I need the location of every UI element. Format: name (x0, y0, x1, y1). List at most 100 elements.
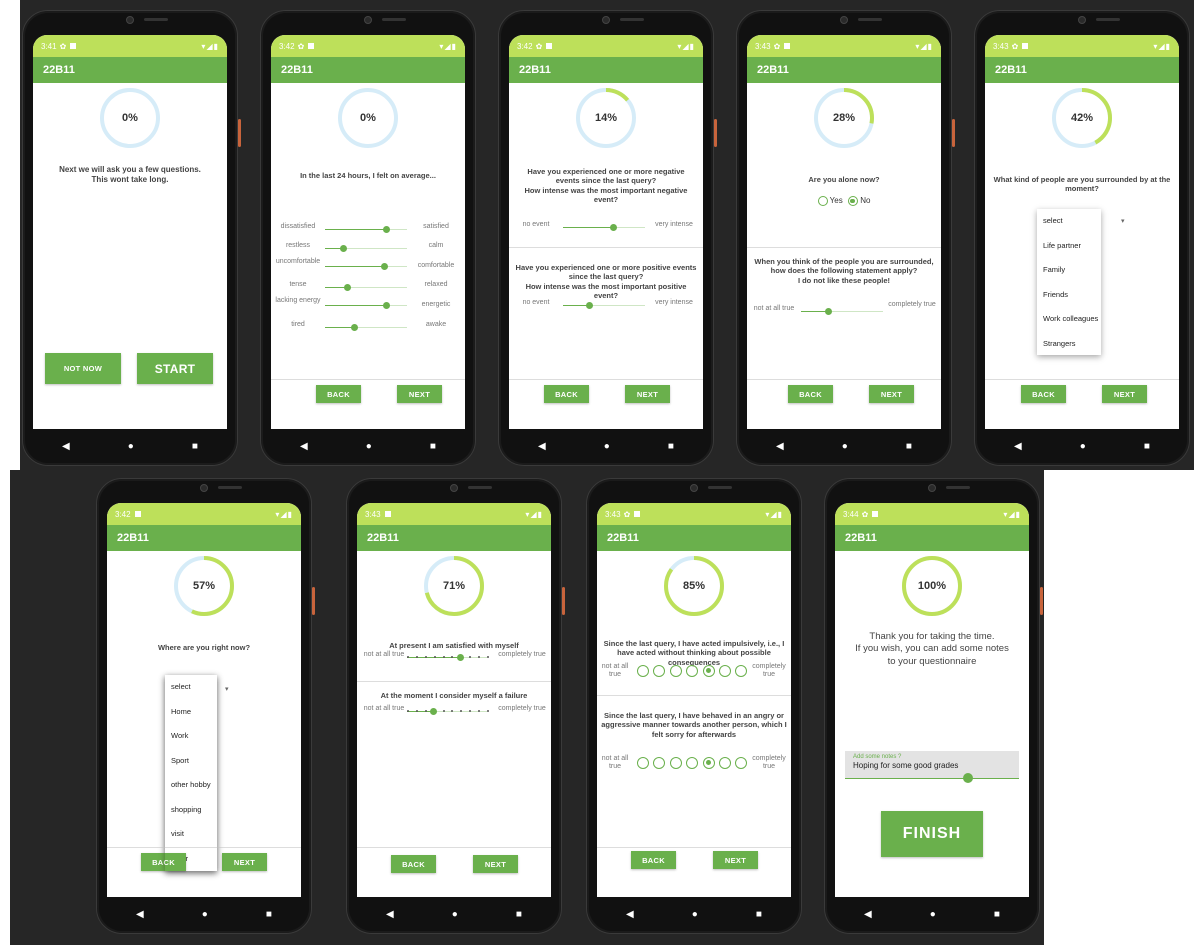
dropdown-option[interactable]: Strangers (1037, 332, 1101, 357)
next-button[interactable]: NEXT (397, 385, 442, 403)
back-triangle-icon[interactable]: ◀ (62, 441, 70, 452)
text-cursor-handle[interactable] (963, 773, 973, 783)
back-triangle-icon[interactable]: ◀ (776, 441, 784, 452)
back-triangle-icon[interactable]: ◀ (136, 909, 144, 920)
slider[interactable] (325, 284, 407, 291)
recents-square-icon[interactable]: ■ (430, 441, 436, 452)
side-button[interactable] (238, 119, 241, 147)
finish-button[interactable]: FINISH (881, 811, 983, 857)
dropdown-option[interactable]: Friends (1037, 283, 1101, 308)
slider-thumb[interactable] (381, 263, 389, 270)
slider-thumb[interactable] (351, 324, 359, 331)
back-button[interactable]: BACK (788, 385, 833, 403)
dropdown-option[interactable]: select (165, 675, 217, 700)
slider-thumb[interactable] (429, 708, 437, 715)
back-triangle-icon[interactable]: ◀ (538, 441, 546, 452)
back-triangle-icon[interactable]: ◀ (1014, 441, 1022, 452)
home-circle-icon[interactable]: ● (842, 441, 848, 452)
home-circle-icon[interactable]: ● (1080, 441, 1086, 452)
back-button[interactable]: BACK (391, 855, 436, 873)
next-button[interactable]: NEXT (473, 855, 518, 873)
likert-option-radio[interactable] (718, 665, 731, 677)
slider-thumb[interactable] (457, 654, 465, 661)
side-button[interactable] (952, 119, 955, 147)
slider-thumb[interactable] (610, 224, 618, 231)
dropdown-option[interactable]: Family (1037, 258, 1101, 283)
side-button[interactable] (714, 119, 717, 147)
back-triangle-icon[interactable]: ◀ (626, 909, 634, 920)
slider-thumb[interactable] (383, 302, 390, 309)
back-button[interactable]: BACK (544, 385, 589, 403)
recents-square-icon[interactable]: ■ (668, 441, 674, 452)
next-button[interactable]: NEXT (625, 385, 670, 403)
back-button[interactable]: BACK (1021, 385, 1066, 403)
back-button[interactable]: BACK (141, 853, 186, 871)
likert-option-radio[interactable] (669, 665, 682, 677)
side-button[interactable] (562, 587, 565, 615)
slider[interactable] (325, 324, 407, 331)
back-button[interactable]: BACK (631, 851, 676, 869)
home-circle-icon[interactable]: ● (452, 909, 458, 920)
likert-option-radio[interactable] (718, 757, 731, 769)
likert-option-radio[interactable] (735, 757, 748, 769)
no-radio[interactable] (847, 196, 858, 207)
next-button[interactable]: NEXT (222, 853, 267, 871)
dropdown-option[interactable]: Home (165, 700, 217, 725)
slider[interactable] (801, 308, 883, 315)
slider[interactable] (325, 302, 407, 309)
slider-thumb[interactable] (824, 308, 832, 315)
start-button[interactable]: START (137, 353, 213, 384)
likert-option-radio[interactable] (653, 757, 666, 769)
likert-option-radio[interactable] (637, 665, 649, 677)
slider[interactable] (325, 226, 407, 233)
slider-thumb[interactable] (585, 302, 593, 309)
recents-square-icon[interactable]: ■ (1144, 441, 1150, 452)
not-now-button[interactable]: NOT NOW (45, 353, 121, 384)
next-button[interactable]: NEXT (869, 385, 914, 403)
recents-square-icon[interactable]: ■ (906, 441, 912, 452)
likert-option-radio[interactable] (669, 757, 682, 769)
slider-thumb[interactable] (343, 284, 351, 291)
likert-option-radio[interactable] (702, 757, 715, 769)
dropdown-option[interactable]: other hobby (165, 773, 217, 798)
dropdown-option[interactable]: Sport (165, 749, 217, 774)
likert-option-radio[interactable] (702, 665, 715, 677)
next-button[interactable]: NEXT (1102, 385, 1147, 403)
likert-option-radio[interactable] (653, 665, 666, 677)
home-circle-icon[interactable]: ● (128, 441, 134, 452)
slider[interactable] (325, 245, 407, 252)
recents-square-icon[interactable]: ■ (994, 909, 1000, 920)
yes-radio[interactable] (817, 196, 828, 207)
slider[interactable] (325, 263, 407, 270)
dropdown-option[interactable]: select (1037, 209, 1101, 234)
notes-field[interactable]: Add some notes ? Hoping for some good gr… (845, 751, 1019, 783)
recents-square-icon[interactable]: ■ (756, 909, 762, 920)
side-button[interactable] (1040, 587, 1043, 615)
slider-thumb[interactable] (340, 245, 348, 252)
slider[interactable] (563, 224, 645, 231)
recents-square-icon[interactable]: ■ (192, 441, 198, 452)
dropdown-option[interactable]: Work colleagues (1037, 307, 1101, 332)
home-circle-icon[interactable]: ● (202, 909, 208, 920)
home-circle-icon[interactable]: ● (930, 909, 936, 920)
slider-thumb[interactable] (383, 226, 390, 233)
likert-option-radio[interactable] (686, 757, 699, 769)
back-triangle-icon[interactable]: ◀ (300, 441, 308, 452)
home-circle-icon[interactable]: ● (692, 909, 698, 920)
dropdown-arrow-icon[interactable]: ▾ (1121, 217, 1125, 225)
likert-option-radio[interactable] (686, 665, 699, 677)
recents-square-icon[interactable]: ■ (266, 909, 272, 920)
dropdown-option[interactable]: Life partner (1037, 234, 1101, 259)
home-circle-icon[interactable]: ● (604, 441, 610, 452)
back-button[interactable]: BACK (316, 385, 361, 403)
recents-square-icon[interactable]: ■ (516, 909, 522, 920)
dropdown-option[interactable]: Work (165, 724, 217, 749)
back-triangle-icon[interactable]: ◀ (864, 909, 872, 920)
side-button[interactable] (312, 587, 315, 615)
dropdown-option[interactable]: visit (165, 822, 217, 847)
failure-slider[interactable] (407, 708, 489, 715)
satisfied-slider[interactable] (407, 654, 489, 661)
dropdown-option[interactable]: shopping (165, 798, 217, 823)
dropdown-arrow-icon[interactable]: ▾ (225, 685, 229, 693)
home-circle-icon[interactable]: ● (366, 441, 372, 452)
